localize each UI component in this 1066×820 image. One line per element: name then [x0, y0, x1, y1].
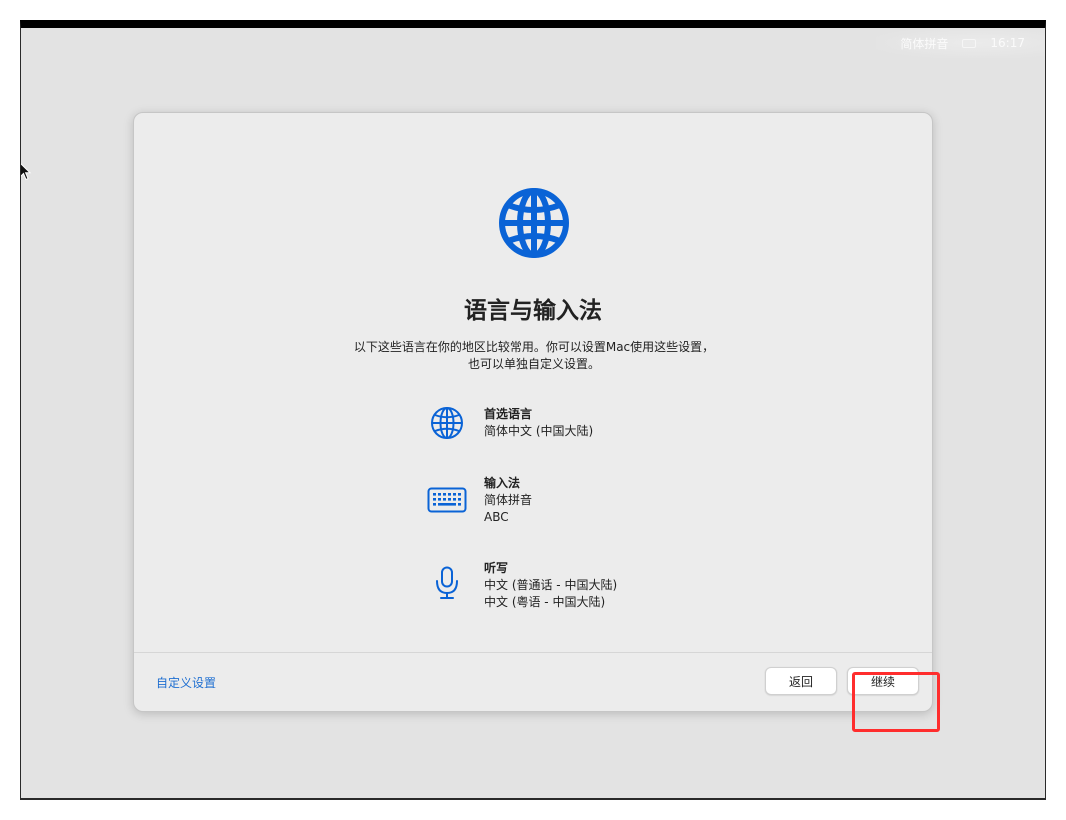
clock: 16:17: [990, 36, 1025, 50]
setting-label: 输入法: [484, 476, 521, 490]
setting-label: 听写: [484, 561, 509, 575]
setting-value: 简体拼音: [484, 493, 533, 507]
highlight-box: [852, 672, 940, 732]
globe-icon: [499, 188, 569, 258]
setting-value: ABC: [484, 510, 509, 524]
microphone-icon: [436, 566, 458, 599]
screen: 简体拼音 16:17 语言与输入法 以下这些语言在你的地区比较常用。你可以设置M…: [20, 20, 1046, 800]
description-line-1: 以下这些语言在你的地区比较常用。你可以设置Mac使用这些设置，: [353, 340, 715, 354]
keyboard-icon: [427, 487, 467, 513]
setting-value: 简体中文 (中国大陆): [484, 424, 594, 438]
customize-settings-link[interactable]: 自定义设置: [156, 674, 216, 691]
menubar-status: 简体拼音 16:17: [876, 28, 1045, 58]
setting-text: 听写 中文 (普通话 - 中国大陆) 中文 (粤语 - 中国大陆): [484, 560, 617, 611]
keyboard-icon[interactable]: [962, 38, 977, 48]
setting-value: 中文 (普通话 - 中国大陆): [484, 578, 618, 592]
mouse-pointer-icon: [21, 163, 32, 181]
setting-text: 输入法 简体拼音 ABC: [484, 475, 532, 526]
page-title: 语言与输入法: [464, 298, 602, 324]
setting-text: 首选语言 简体中文 (中国大陆): [484, 406, 593, 440]
input-method-indicator[interactable]: 简体拼音: [900, 35, 948, 52]
dialog-description: 以下这些语言在你的地区比较常用。你可以设置Mac使用这些设置， 也可以单独自定义…: [284, 339, 784, 373]
dialog-footer: 自定义设置 返回 继续: [134, 652, 932, 711]
setting-value: 中文 (粤语 - 中国大陆): [484, 595, 606, 609]
description-line-2: 也可以单独自定义设置。: [467, 357, 600, 371]
globe-icon: [431, 407, 463, 439]
language-input-dialog: 语言与输入法 以下这些语言在你的地区比较常用。你可以设置Mac使用这些设置， 也…: [133, 112, 933, 712]
setting-label: 首选语言: [484, 407, 533, 421]
back-button[interactable]: 返回: [765, 667, 837, 695]
